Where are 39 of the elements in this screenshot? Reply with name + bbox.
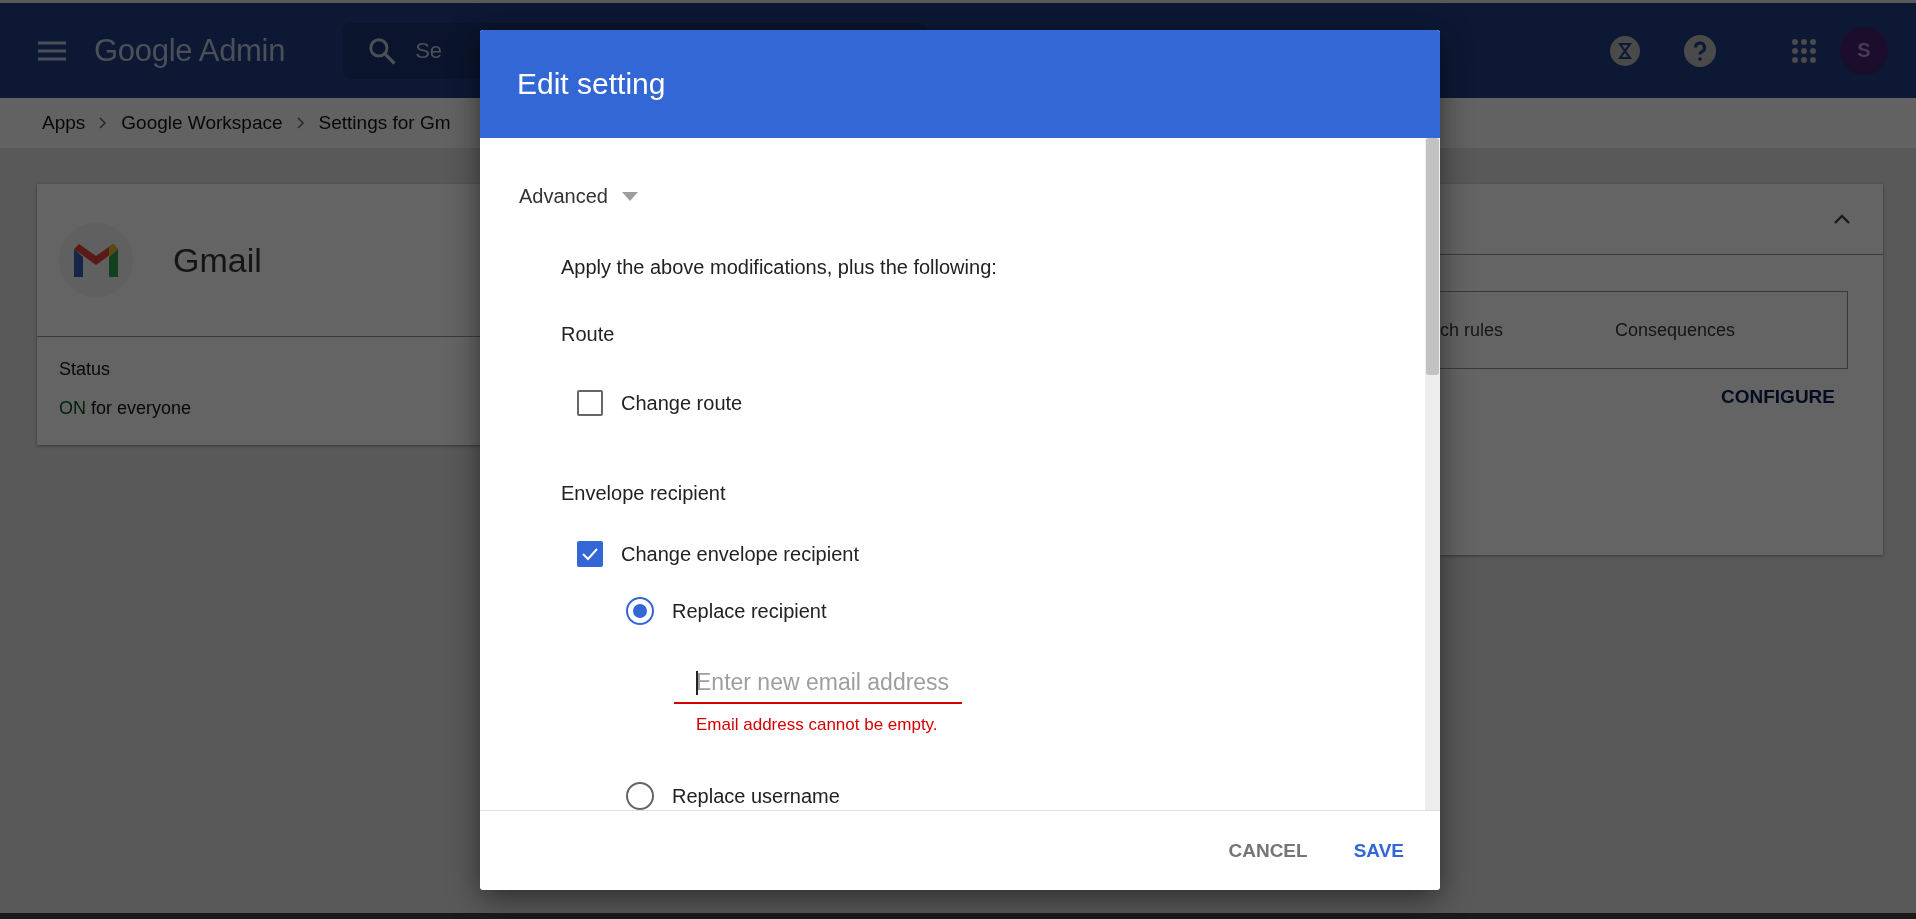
scrollbar[interactable] — [1425, 138, 1440, 810]
configure-link[interactable]: CONFIGURE — [1721, 386, 1835, 408]
save-button[interactable]: SAVE — [1353, 833, 1404, 868]
menu-icon[interactable] — [38, 40, 66, 61]
radio-option[interactable]: Replace recipient — [626, 597, 1425, 625]
dialog-title: Edit setting — [517, 67, 666, 101]
checkbox[interactable] — [577, 390, 603, 416]
apps-grid-icon[interactable] — [1792, 38, 1816, 63]
radio-button[interactable] — [626, 782, 654, 810]
checkbox[interactable] — [577, 541, 603, 567]
breadcrumb-link[interactable]: Settings for Gm — [318, 112, 451, 134]
status-value: ON for everyone — [59, 398, 193, 419]
radio-option[interactable]: Replace username — [626, 782, 1425, 810]
chevron-right-icon — [296, 117, 305, 129]
section-heading: Route — [561, 323, 616, 346]
chevron-up-icon[interactable] — [1833, 213, 1851, 225]
column-header: Consequences — [1615, 319, 1737, 341]
checkmark-icon — [581, 547, 599, 561]
help-icon[interactable] — [1684, 34, 1716, 67]
email-input-field[interactable]: Enter new email address — [674, 669, 962, 704]
error-message: Email address cannot be empty. — [696, 715, 939, 735]
section-heading: Envelope recipient — [561, 482, 727, 505]
column-header: ch rules — [1440, 319, 1505, 341]
app-name: Gmail — [173, 240, 262, 280]
breadcrumb-link[interactable]: Apps — [42, 112, 86, 134]
dropdown-arrow-icon — [621, 192, 638, 201]
hourglass-icon[interactable] — [1610, 35, 1640, 66]
search-icon — [367, 35, 398, 66]
text-cursor — [696, 671, 698, 695]
advanced-toggle[interactable]: Advanced — [519, 185, 638, 208]
status-label: Status — [59, 359, 112, 380]
chevron-right-icon — [99, 117, 108, 129]
breadcrumb-link[interactable]: Google Workspace — [121, 112, 283, 134]
cancel-button[interactable]: CANCEL — [1228, 833, 1308, 868]
checkbox-option[interactable]: Change route — [577, 390, 1425, 416]
product-name: Google Admin — [94, 32, 286, 69]
radio-button[interactable] — [626, 597, 654, 625]
checkbox-option[interactable]: Change envelope recipient — [577, 541, 1425, 567]
intro-text: Apply the above modifications, plus the following: — [561, 256, 998, 279]
